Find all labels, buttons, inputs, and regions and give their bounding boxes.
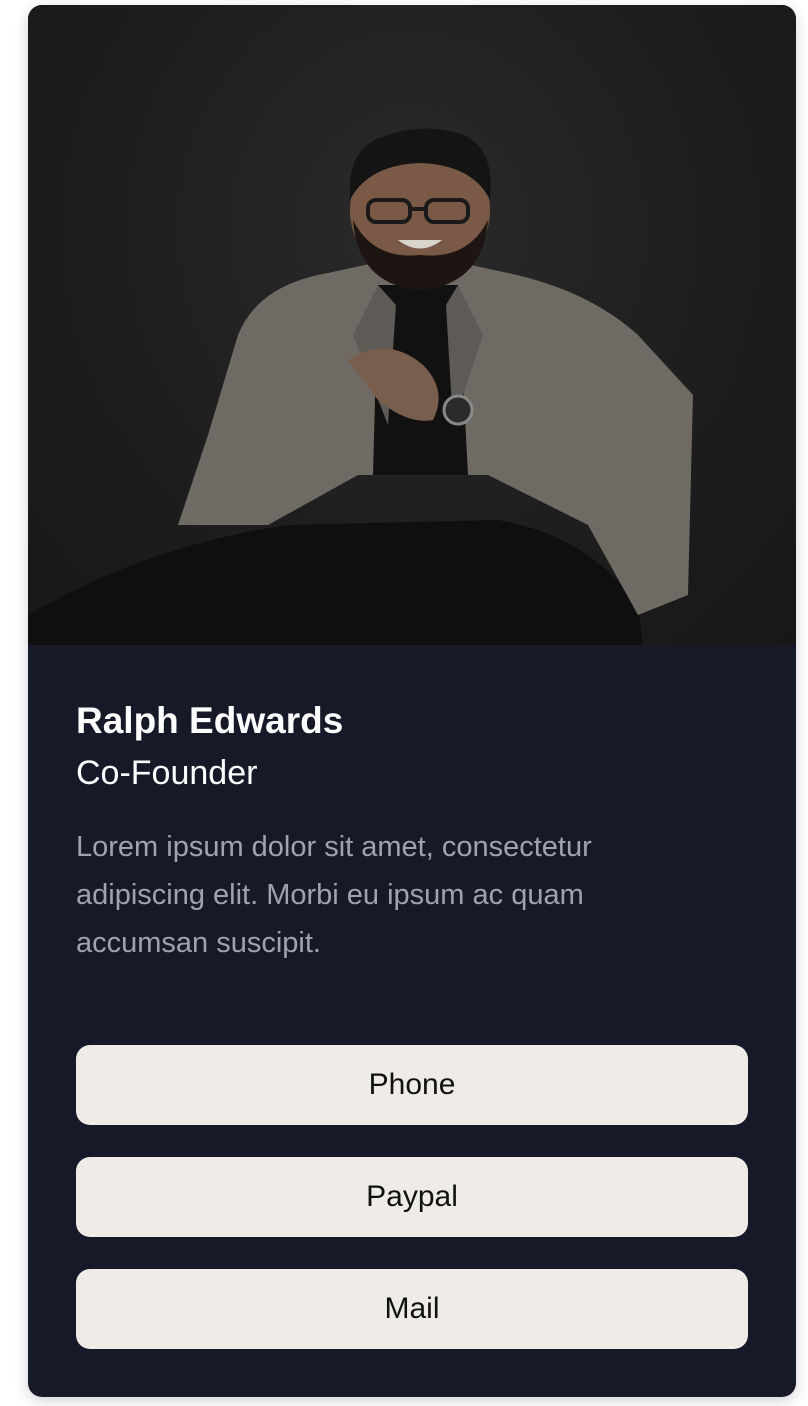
profile-role: Co-Founder bbox=[76, 754, 258, 792]
phone-button[interactable]: Phone bbox=[76, 1045, 748, 1125]
profile-photo bbox=[28, 5, 796, 645]
profile-name: Ralph Edwards bbox=[76, 700, 344, 741]
person-illustration bbox=[28, 128, 693, 645]
profile-info: Ralph Edwards Co-Founder Lorem ipsum dol… bbox=[28, 645, 796, 967]
profile-description: Lorem ipsum dolor sit amet, consectetur … bbox=[76, 831, 592, 959]
contact-buttons: Phone Paypal Mail bbox=[76, 1045, 748, 1381]
profile-card: Ralph Edwards Co-Founder Lorem ipsum dol… bbox=[28, 5, 796, 1397]
paypal-button[interactable]: Paypal bbox=[76, 1157, 748, 1237]
mail-button[interactable]: Mail bbox=[76, 1269, 748, 1349]
